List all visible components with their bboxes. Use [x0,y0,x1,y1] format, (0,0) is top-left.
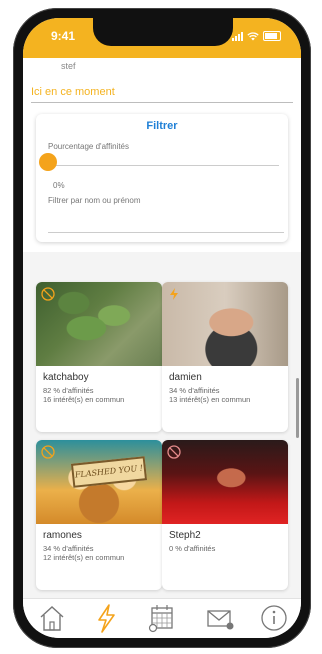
user-card-katchaboy[interactable]: katchaboy 82 % d'affinités 16 intérêt(s)… [36,282,162,432]
name-filter-input[interactable] [48,218,284,233]
user-card-damien[interactable]: damien 34 % d'affinités 13 intérêt(s) en… [162,282,288,432]
status-time: 9:41 [51,29,76,43]
tab-info[interactable] [257,602,291,634]
no-flash-icon [41,445,55,459]
signal-icon [232,31,243,41]
tab-bar [23,598,301,638]
home-icon [40,606,64,631]
battery-icon [263,31,281,41]
status-icons [232,31,281,41]
screen: 9:41 stef Ici en ce moment Filtrer Pourc… [23,18,301,638]
user-name: damien [169,372,202,383]
status-bar: 9:41 [23,18,301,58]
section-title: Ici en ce moment [31,86,115,98]
user-affinity: 0 % d'affinités [169,544,216,553]
filter-title: Filtrer [146,120,178,132]
tab-home[interactable] [35,602,69,634]
lightning-icon [98,604,115,633]
user-common-interests: 12 intérêt(s) en commun [43,553,125,562]
affinity-value: 0% [53,181,65,190]
section-divider [31,102,293,103]
tab-messages[interactable] [203,602,237,634]
filter-card: Filtrer Pourcentage d'affinités 0% Filtr… [36,114,288,242]
main-content[interactable]: stef Ici en ce moment Filtrer Pourcentag… [23,58,301,598]
user-card-steph2[interactable]: Steph2 0 % d'affinités [162,440,288,590]
user-card-ramones[interactable]: FLASHED YOU ! ramones 34 % d'affinités 1… [36,440,162,590]
user-name: katchaboy [43,372,89,383]
wifi-icon [247,31,259,40]
notch [93,18,233,46]
scrollbar[interactable] [296,378,299,438]
user-name: ramones [43,530,82,541]
user-common-interests: 16 intérêt(s) en commun [43,395,125,404]
no-flash-icon [41,287,55,301]
phone-frame: 9:41 stef Ici en ce moment Filtrer Pourc… [13,8,311,648]
user-affinity: 34 % d'affinités [43,544,94,553]
user-common-interests: 13 intérêt(s) en commun [169,395,251,404]
no-flash-icon [167,445,181,459]
name-filter-label: Filtrer par nom ou prénom [48,196,141,205]
affinity-slider-track[interactable] [54,165,279,166]
flashed-you-banner: FLASHED YOU ! [70,456,148,488]
lightning-icon [170,288,178,300]
info-icon [261,605,287,631]
tab-flash[interactable] [89,602,123,634]
user-name: Steph2 [169,530,201,541]
user-affinity: 82 % d'affinités [43,386,94,395]
mail-icon [207,610,234,630]
affinity-label: Pourcentage d'affinités [48,142,129,151]
username-label: stef [61,61,76,71]
affinity-slider-thumb[interactable] [39,153,57,171]
calendar-icon [148,605,173,633]
user-affinity: 34 % d'affinités [169,386,220,395]
tab-calendar[interactable] [145,602,179,634]
